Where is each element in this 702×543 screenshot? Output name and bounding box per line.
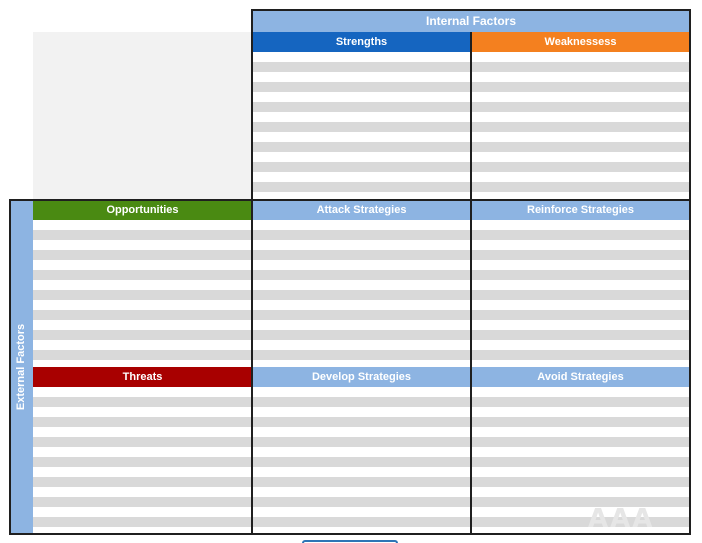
external-divider-left: [251, 200, 253, 534]
external-divider-right: [470, 200, 472, 534]
watermark-logo: AAA: [588, 504, 655, 534]
top-left-blank-area: [33, 32, 252, 200]
internal-divider: [470, 32, 472, 200]
external-factors-frame: [9, 199, 691, 535]
